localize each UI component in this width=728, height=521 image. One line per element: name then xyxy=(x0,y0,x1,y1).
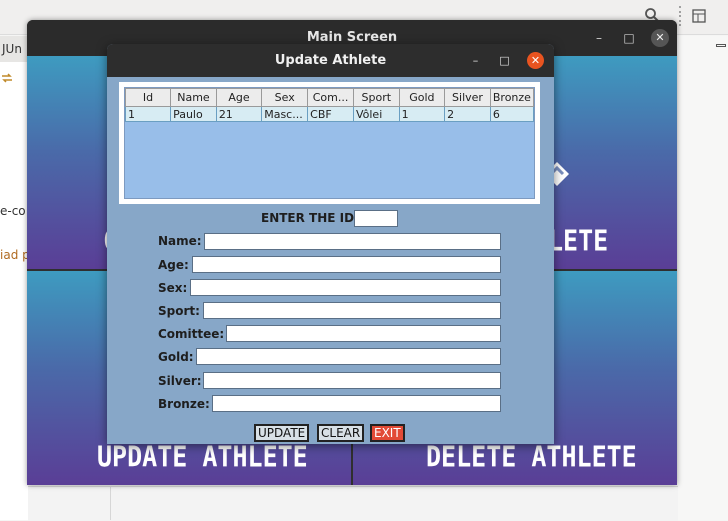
table-header-row: Id Name Age Sex Com... Sport Gold Silver… xyxy=(124,88,535,107)
sport-input[interactable] xyxy=(203,302,501,319)
maximize-icon[interactable]: □ xyxy=(620,29,638,47)
bronze-label: Bronze: xyxy=(158,397,210,411)
column-header[interactable]: Sport xyxy=(352,88,400,107)
comittee-input[interactable] xyxy=(226,325,501,342)
column-header[interactable]: Id xyxy=(124,88,172,107)
sync-icon[interactable] xyxy=(0,72,14,87)
table-cell: CBF xyxy=(307,106,354,122)
column-header[interactable]: Gold xyxy=(398,88,446,107)
close-icon[interactable]: ✕ xyxy=(527,52,544,69)
tile-label-partial: LETE xyxy=(548,223,609,258)
column-header[interactable]: Sex xyxy=(261,88,309,107)
table-cell: 2 xyxy=(444,106,491,122)
tile-update-label: UPDATE ATHLETE xyxy=(97,439,308,474)
table-row[interactable]: 1 Paulo 21 Masc... CBF Vôlei 1 2 6 xyxy=(124,106,535,122)
perspective-icon[interactable] xyxy=(692,8,706,23)
maximize-icon[interactable]: □ xyxy=(496,52,513,69)
comittee-label: Comittee: xyxy=(158,327,225,341)
table-cell: Masc... xyxy=(261,106,309,122)
ide-right-panel xyxy=(678,36,728,520)
enter-id-label: ENTER THE ID: xyxy=(261,211,359,225)
ide-left-panel: e-co iad p xyxy=(0,62,30,520)
gold-input[interactable] xyxy=(196,348,501,365)
bronze-input[interactable] xyxy=(212,395,501,412)
silver-input[interactable] xyxy=(203,372,501,389)
ide-bottom-panel xyxy=(28,486,678,521)
dialog-title: Update Athlete xyxy=(107,44,554,77)
athlete-table[interactable]: Id Name Age Sex Com... Sport Gold Silver… xyxy=(124,88,535,122)
silver-label: Silver: xyxy=(158,374,202,388)
column-header[interactable]: Name xyxy=(170,88,217,107)
name-label: Name: xyxy=(158,234,202,248)
clear-button[interactable]: CLEAR xyxy=(317,424,365,442)
athlete-table-container: Id Name Age Sex Com... Sport Gold Silver… xyxy=(119,82,540,204)
table-cell: Paulo xyxy=(170,106,217,122)
divider xyxy=(110,486,111,520)
id-input[interactable] xyxy=(354,210,398,227)
minimize-icon[interactable] xyxy=(716,44,726,47)
close-icon[interactable]: ✕ xyxy=(651,29,669,47)
column-header[interactable]: Bronze xyxy=(489,88,535,107)
table-cell: 21 xyxy=(215,106,263,122)
tile-delete-label: DELETE ATHLETE xyxy=(426,439,637,474)
more-options-icon[interactable] xyxy=(678,6,682,26)
age-input[interactable] xyxy=(192,256,501,273)
update-button[interactable]: UPDATE xyxy=(254,424,310,442)
table-cell: 1 xyxy=(124,106,172,122)
minimize-icon[interactable]: – xyxy=(590,29,608,47)
table-cell: 6 xyxy=(489,106,535,122)
sport-label: Sport: xyxy=(158,304,200,318)
column-header[interactable]: Age xyxy=(215,88,263,107)
exit-button[interactable]: EXIT xyxy=(370,424,405,442)
ide-left-snippet-1: e-co xyxy=(0,204,26,218)
table-cell: 1 xyxy=(398,106,446,122)
sex-input[interactable] xyxy=(190,279,501,296)
ide-left-snippet-2: iad p xyxy=(0,248,30,262)
column-header[interactable]: Silver xyxy=(444,88,491,107)
update-athlete-dialog: Update Athlete – □ ✕ Id Name Age Sex Com… xyxy=(107,44,554,444)
gold-label: Gold: xyxy=(158,350,194,364)
minimize-icon[interactable]: – xyxy=(467,52,484,69)
athlete-table-viewport[interactable]: Id Name Age Sex Com... Sport Gold Silver… xyxy=(124,87,535,199)
age-label: Age: xyxy=(158,258,189,272)
table-cell: Vôlei xyxy=(352,106,400,122)
name-input[interactable] xyxy=(204,233,501,250)
sex-label: Sex: xyxy=(158,281,188,295)
column-header[interactable]: Com... xyxy=(307,88,354,107)
